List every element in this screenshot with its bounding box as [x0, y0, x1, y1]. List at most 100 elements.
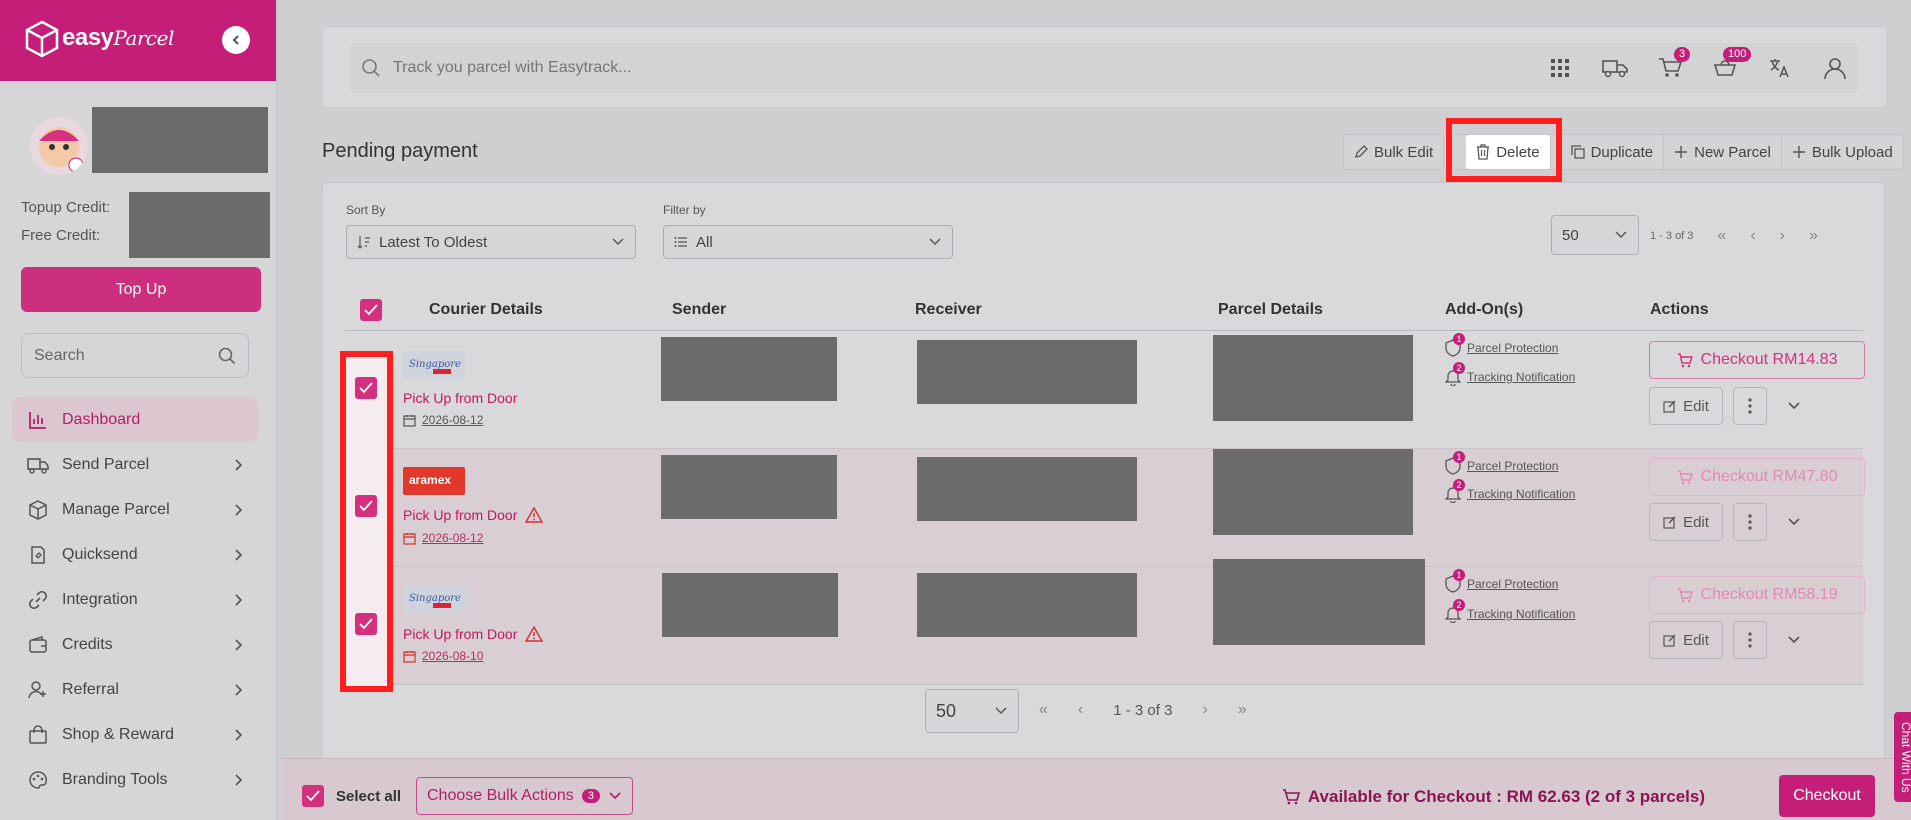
- parcel-protection-label: Parcel Protection: [1467, 341, 1559, 355]
- shipping-button[interactable]: [1587, 51, 1642, 85]
- sidebar-item-referral[interactable]: Referral: [12, 667, 258, 712]
- row-more-button[interactable]: [1733, 503, 1767, 541]
- row-checkout-button[interactable]: Checkout RM58.19: [1649, 576, 1865, 614]
- table-row[interactable]: Singapore Pick Up from Door 2026-08-12 1…: [345, 331, 1865, 449]
- topup-button[interactable]: Top Up: [21, 267, 261, 312]
- apps-grid-button[interactable]: [1532, 51, 1587, 85]
- tracking-notification-addon[interactable]: 2 Tracking Notification: [1445, 599, 1575, 623]
- first-page-button[interactable]: «: [1717, 227, 1726, 245]
- sidebar-item-shop-reward[interactable]: Shop & Reward: [12, 712, 258, 757]
- more-vertical-icon: [1748, 514, 1752, 530]
- notifications-button[interactable]: 100: [1697, 47, 1752, 85]
- sort-by-select[interactable]: Latest To Oldest: [346, 225, 636, 259]
- parcel-protection-addon[interactable]: 1 Parcel Protection: [1445, 451, 1558, 475]
- row-checkbox[interactable]: [355, 495, 377, 517]
- parcel-protection-addon[interactable]: 1 Parcel Protection: [1445, 333, 1559, 357]
- select-all-checkbox-header[interactable]: [360, 299, 382, 321]
- prev-page-button[interactable]: ‹: [1750, 227, 1755, 245]
- addon-count-badge: 2: [1453, 479, 1465, 491]
- row-checkbox[interactable]: [355, 613, 377, 635]
- sidebar-item-dashboard[interactable]: Dashboard: [12, 397, 258, 442]
- chart-bar-icon: [26, 408, 50, 432]
- sidebar-item-label: Referral: [62, 680, 119, 698]
- free-credit-label: Free Credit:: [21, 227, 101, 244]
- singpost-logo: Singapore: [403, 351, 465, 379]
- row-more-button[interactable]: [1733, 387, 1767, 425]
- sidebar-item-credits[interactable]: Credits: [12, 622, 258, 667]
- select-all[interactable]: Select all: [302, 785, 401, 807]
- bulk-edit-button[interactable]: Bulk Edit: [1344, 135, 1445, 169]
- edit-label: Edit: [1683, 631, 1709, 649]
- row-more-button[interactable]: [1733, 621, 1767, 659]
- sidebar-item-branding-tools[interactable]: Branding Tools: [12, 757, 258, 802]
- row-edit-button[interactable]: Edit: [1649, 503, 1723, 541]
- easytrack-search-input[interactable]: [393, 59, 1293, 77]
- parcel-protection-addon[interactable]: 1 Parcel Protection: [1445, 569, 1558, 593]
- table-row[interactable]: aramex Pick Up from Door 2026-08-12 1 Pa…: [345, 449, 1865, 567]
- sidebar-item-quicksend[interactable]: Quicksend: [12, 532, 258, 577]
- per-page-select-bottom[interactable]: 50: [925, 689, 1019, 733]
- collapse-sidebar-button[interactable]: [222, 26, 250, 54]
- chat-with-us-tab[interactable]: Chat With Us: [1894, 712, 1911, 802]
- avatar[interactable]: [30, 117, 88, 175]
- quicksend-icon: [26, 543, 50, 567]
- chevron-right-icon: [235, 593, 243, 606]
- redacted-sender: [661, 337, 837, 401]
- table-header: Courier Details Sender Receiver Parcel D…: [345, 289, 1863, 331]
- pickup-date[interactable]: 2026-08-10: [403, 649, 483, 663]
- row-checkout-button[interactable]: Checkout RM47.80: [1649, 458, 1865, 496]
- sidebar-search-input[interactable]: Search: [21, 333, 249, 378]
- bulk-actions-select[interactable]: Choose Bulk Actions 3: [416, 777, 633, 815]
- new-parcel-label: New Parcel: [1694, 143, 1771, 161]
- column-header: Courier Details: [429, 301, 543, 318]
- row-edit-button[interactable]: Edit: [1649, 621, 1723, 659]
- row-checkbox[interactable]: [355, 377, 377, 399]
- pickup-date[interactable]: 2026-08-12: [403, 531, 483, 545]
- check-icon: [359, 382, 373, 394]
- edit-icon: [1663, 634, 1676, 647]
- row-edit-button[interactable]: Edit: [1649, 387, 1723, 425]
- bulk-upload-button[interactable]: Bulk Upload: [1782, 135, 1903, 169]
- table-row[interactable]: Singapore Pick Up from Door 2026-08-10 1…: [345, 559, 1865, 685]
- row-expand-button[interactable]: [1777, 621, 1811, 659]
- sidebar-item-manage-parcel[interactable]: Manage Parcel: [12, 487, 258, 532]
- first-page-button[interactable]: «: [1039, 701, 1048, 719]
- next-page-button[interactable]: ›: [1202, 701, 1207, 719]
- warning-icon[interactable]: [525, 626, 544, 642]
- select-all-checkbox[interactable]: [302, 785, 324, 807]
- last-page-button[interactable]: »: [1238, 701, 1247, 719]
- sidebar-item-label: Shop & Reward: [62, 725, 175, 743]
- checkout-button[interactable]: Checkout: [1779, 775, 1875, 817]
- sidebar-item-integration[interactable]: Integration: [12, 577, 258, 622]
- account-button[interactable]: [1807, 51, 1862, 85]
- filter-by-select[interactable]: All: [663, 225, 953, 259]
- redacted-parcel-details: [1213, 449, 1413, 535]
- tracking-notification-addon[interactable]: 2 Tracking Notification: [1445, 479, 1575, 503]
- row-checkout-button[interactable]: Checkout RM14.83: [1649, 341, 1865, 379]
- per-page-value: 50: [936, 700, 957, 721]
- tracking-notification-addon[interactable]: 2 Tracking Notification: [1445, 362, 1575, 386]
- user-icon: [1823, 58, 1846, 80]
- warning-icon[interactable]: [525, 507, 544, 523]
- chevron-right-icon: [235, 683, 243, 696]
- row-expand-button[interactable]: [1777, 503, 1811, 541]
- sidebar-item-send-parcel[interactable]: Send Parcel: [12, 442, 258, 487]
- per-page-select-top[interactable]: 50: [1551, 215, 1639, 255]
- cart-button[interactable]: 3: [1642, 47, 1697, 85]
- pencil-icon: [1355, 145, 1368, 158]
- next-page-button[interactable]: ›: [1780, 227, 1785, 245]
- sidebar-item-label: Manage Parcel: [62, 500, 170, 518]
- logo[interactable]: easyParcel: [62, 24, 174, 52]
- prev-page-button[interactable]: ‹: [1078, 701, 1083, 719]
- last-page-button[interactable]: »: [1809, 227, 1818, 245]
- addon-count-badge: 1: [1453, 569, 1465, 581]
- pickup-date[interactable]: 2026-08-12: [403, 413, 483, 427]
- chevron-right-icon: [235, 548, 243, 561]
- new-parcel-button[interactable]: New Parcel: [1664, 135, 1782, 169]
- chevron-right-icon: [235, 728, 243, 741]
- language-button[interactable]: [1752, 51, 1807, 85]
- checkbox-highlight-box: [340, 351, 393, 692]
- pickup-label: Pick Up from Door: [403, 507, 518, 523]
- row-expand-button[interactable]: [1777, 387, 1811, 425]
- duplicate-button[interactable]: Duplicate: [1561, 135, 1665, 169]
